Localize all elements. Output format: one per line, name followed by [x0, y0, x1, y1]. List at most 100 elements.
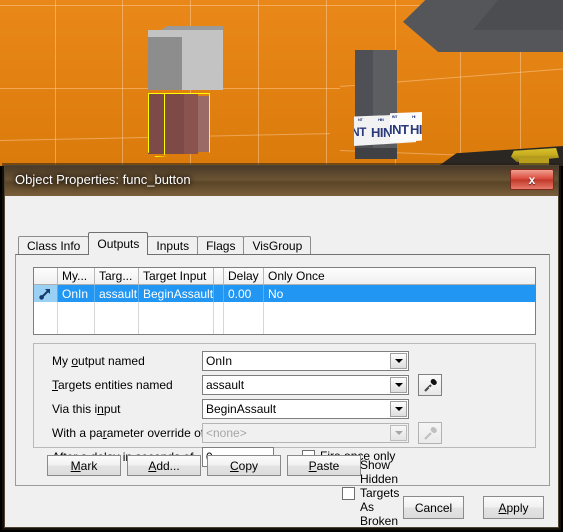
outputs-list[interactable]: My... Targ... Target Input Delay Only On…	[33, 267, 536, 335]
cell-delay: 0.00	[224, 285, 264, 302]
label-accel: M	[70, 458, 81, 473]
cell-empty	[139, 319, 214, 334]
tab-inputs[interactable]: Inputs	[147, 236, 199, 255]
hint-label-small-1: HIN	[378, 117, 384, 122]
cell-empty	[224, 302, 264, 319]
column-header-target[interactable]: Targ...	[95, 268, 139, 284]
grid-line	[326, 0, 327, 168]
targets-named-value: assault	[206, 378, 245, 392]
label-accel: C	[229, 458, 239, 473]
dialog-title: Object Properties: func_button	[15, 172, 191, 187]
tab-class-info[interactable]: Class Info	[18, 236, 90, 255]
param-override-combo: <none>	[202, 423, 409, 443]
copy-button[interactable]: Copy	[207, 455, 281, 476]
tab-visgroup[interactable]: VisGroup	[243, 236, 312, 255]
table-row-empty[interactable]	[34, 302, 535, 319]
label-accel: A	[498, 500, 507, 515]
label-param-override: With a parameter override of	[52, 426, 204, 440]
column-header-spacer[interactable]	[214, 268, 224, 284]
label-accel: n	[97, 402, 104, 416]
apply-button[interactable]: Apply	[483, 496, 544, 519]
label-part: Cancel	[414, 500, 453, 515]
column-header-target-input[interactable]: Target Input	[139, 268, 214, 284]
label-part: argets entities named	[58, 378, 173, 392]
hint-label-small-2: INT	[392, 114, 397, 119]
label-targets-named: Targets entities named	[52, 378, 173, 392]
cell-target: assault	[95, 285, 139, 302]
via-input-combo[interactable]: BeginAssault	[202, 399, 409, 419]
targets-named-combo[interactable]: assault	[202, 375, 409, 395]
cell-empty	[224, 319, 264, 334]
label-accel: A	[148, 458, 157, 473]
dialog-body: Class Info Outputs Inputs Flags VisGroup…	[5, 196, 560, 528]
cell-my-output: OnIn	[58, 285, 95, 302]
hint-brush-shadow	[355, 148, 397, 159]
hint-label-3: HI	[410, 122, 422, 137]
output-arrow-icon	[34, 285, 58, 302]
tab-outputs[interactable]: Outputs	[88, 232, 149, 255]
chevron-down-icon[interactable]	[390, 377, 407, 393]
label-part: Via this i	[52, 402, 98, 416]
cell-empty	[58, 319, 95, 334]
cancel-button[interactable]: Cancel	[403, 496, 464, 519]
output-named-combo[interactable]: OnIn	[202, 351, 409, 371]
output-editor-panel: My output named OnIn Targets entities na…	[33, 343, 536, 467]
column-header-my-output[interactable]: My...	[58, 268, 95, 284]
field-row-output-named: My output named OnIn	[34, 350, 535, 374]
table-row[interactable]: OnIn assault BeginAssault 0.00 No	[34, 285, 535, 302]
cell-empty	[139, 302, 214, 319]
label-part: pply	[506, 500, 529, 515]
outputs-list-header: My... Targ... Target Input Delay Only On…	[34, 268, 535, 285]
field-row-targets-named: Targets entities named assault	[34, 374, 535, 398]
cell-only-once: No	[268, 286, 284, 301]
table-row-empty[interactable]	[34, 319, 535, 334]
field-row-param-override: With a parameter override of <none>	[34, 422, 535, 446]
chevron-down-icon[interactable]	[390, 353, 407, 369]
param-override-value: <none>	[206, 426, 247, 440]
hint-texture-panel-2: INT HI INT HI	[390, 112, 422, 143]
dialog-titlebar[interactable]: Object Properties: func_button x	[5, 166, 558, 196]
label-part: dd...	[156, 458, 180, 473]
label-part: aste	[316, 458, 340, 473]
hint-label-0: NT	[354, 125, 367, 139]
via-input-value: BeginAssault	[206, 402, 277, 416]
close-icon[interactable]: x	[510, 169, 554, 190]
cell-empty	[58, 302, 95, 319]
chevron-down-icon[interactable]	[390, 401, 407, 417]
hint-label-1: HIN	[371, 125, 392, 140]
dialog-footer: Cancel Apply	[5, 490, 560, 527]
output-named-value: OnIn	[206, 354, 233, 368]
cell-empty	[34, 319, 58, 334]
label-part: With a pa	[52, 426, 103, 440]
brush-top-side	[148, 37, 182, 90]
cell-empty	[95, 302, 139, 319]
cell-empty	[264, 302, 535, 319]
label-part: ark	[80, 458, 98, 473]
hint-label-small-3: HI	[412, 114, 416, 119]
grid-line	[122, 0, 123, 168]
chevron-down-icon	[390, 425, 407, 441]
cell-empty	[264, 319, 535, 334]
3d-viewport[interactable]: NT HIN NT HIN INT HI INT HI	[0, 0, 563, 170]
label-via-input: Via this input	[52, 402, 121, 416]
label-accel: P	[308, 458, 317, 473]
tab-flags[interactable]: Flags	[197, 236, 245, 255]
eyedropper-icon[interactable]	[418, 374, 442, 396]
column-header-only-once[interactable]: Only Once	[264, 268, 535, 284]
object-properties-dialog: Object Properties: func_button x Class I…	[4, 165, 559, 528]
cell-spacer	[214, 285, 224, 302]
selection-edge	[164, 93, 165, 155]
column-header-delay[interactable]: Delay	[224, 268, 264, 284]
outputs-tab-panel: My... Targ... Target Input Delay Only On…	[15, 254, 550, 528]
hint-label-small-0: NT	[358, 117, 363, 122]
add-button[interactable]: Add...	[127, 455, 201, 476]
label-part: ameter override of	[106, 426, 205, 440]
column-header-icon[interactable]	[34, 268, 58, 284]
field-row-via-input: Via this input BeginAssault	[34, 398, 535, 422]
label-part: opy	[238, 458, 259, 473]
mark-button[interactable]: Mark	[47, 455, 121, 476]
cell-empty	[95, 319, 139, 334]
cell-empty	[214, 319, 224, 334]
cell-empty	[34, 302, 58, 319]
grid-line	[55, 0, 56, 168]
